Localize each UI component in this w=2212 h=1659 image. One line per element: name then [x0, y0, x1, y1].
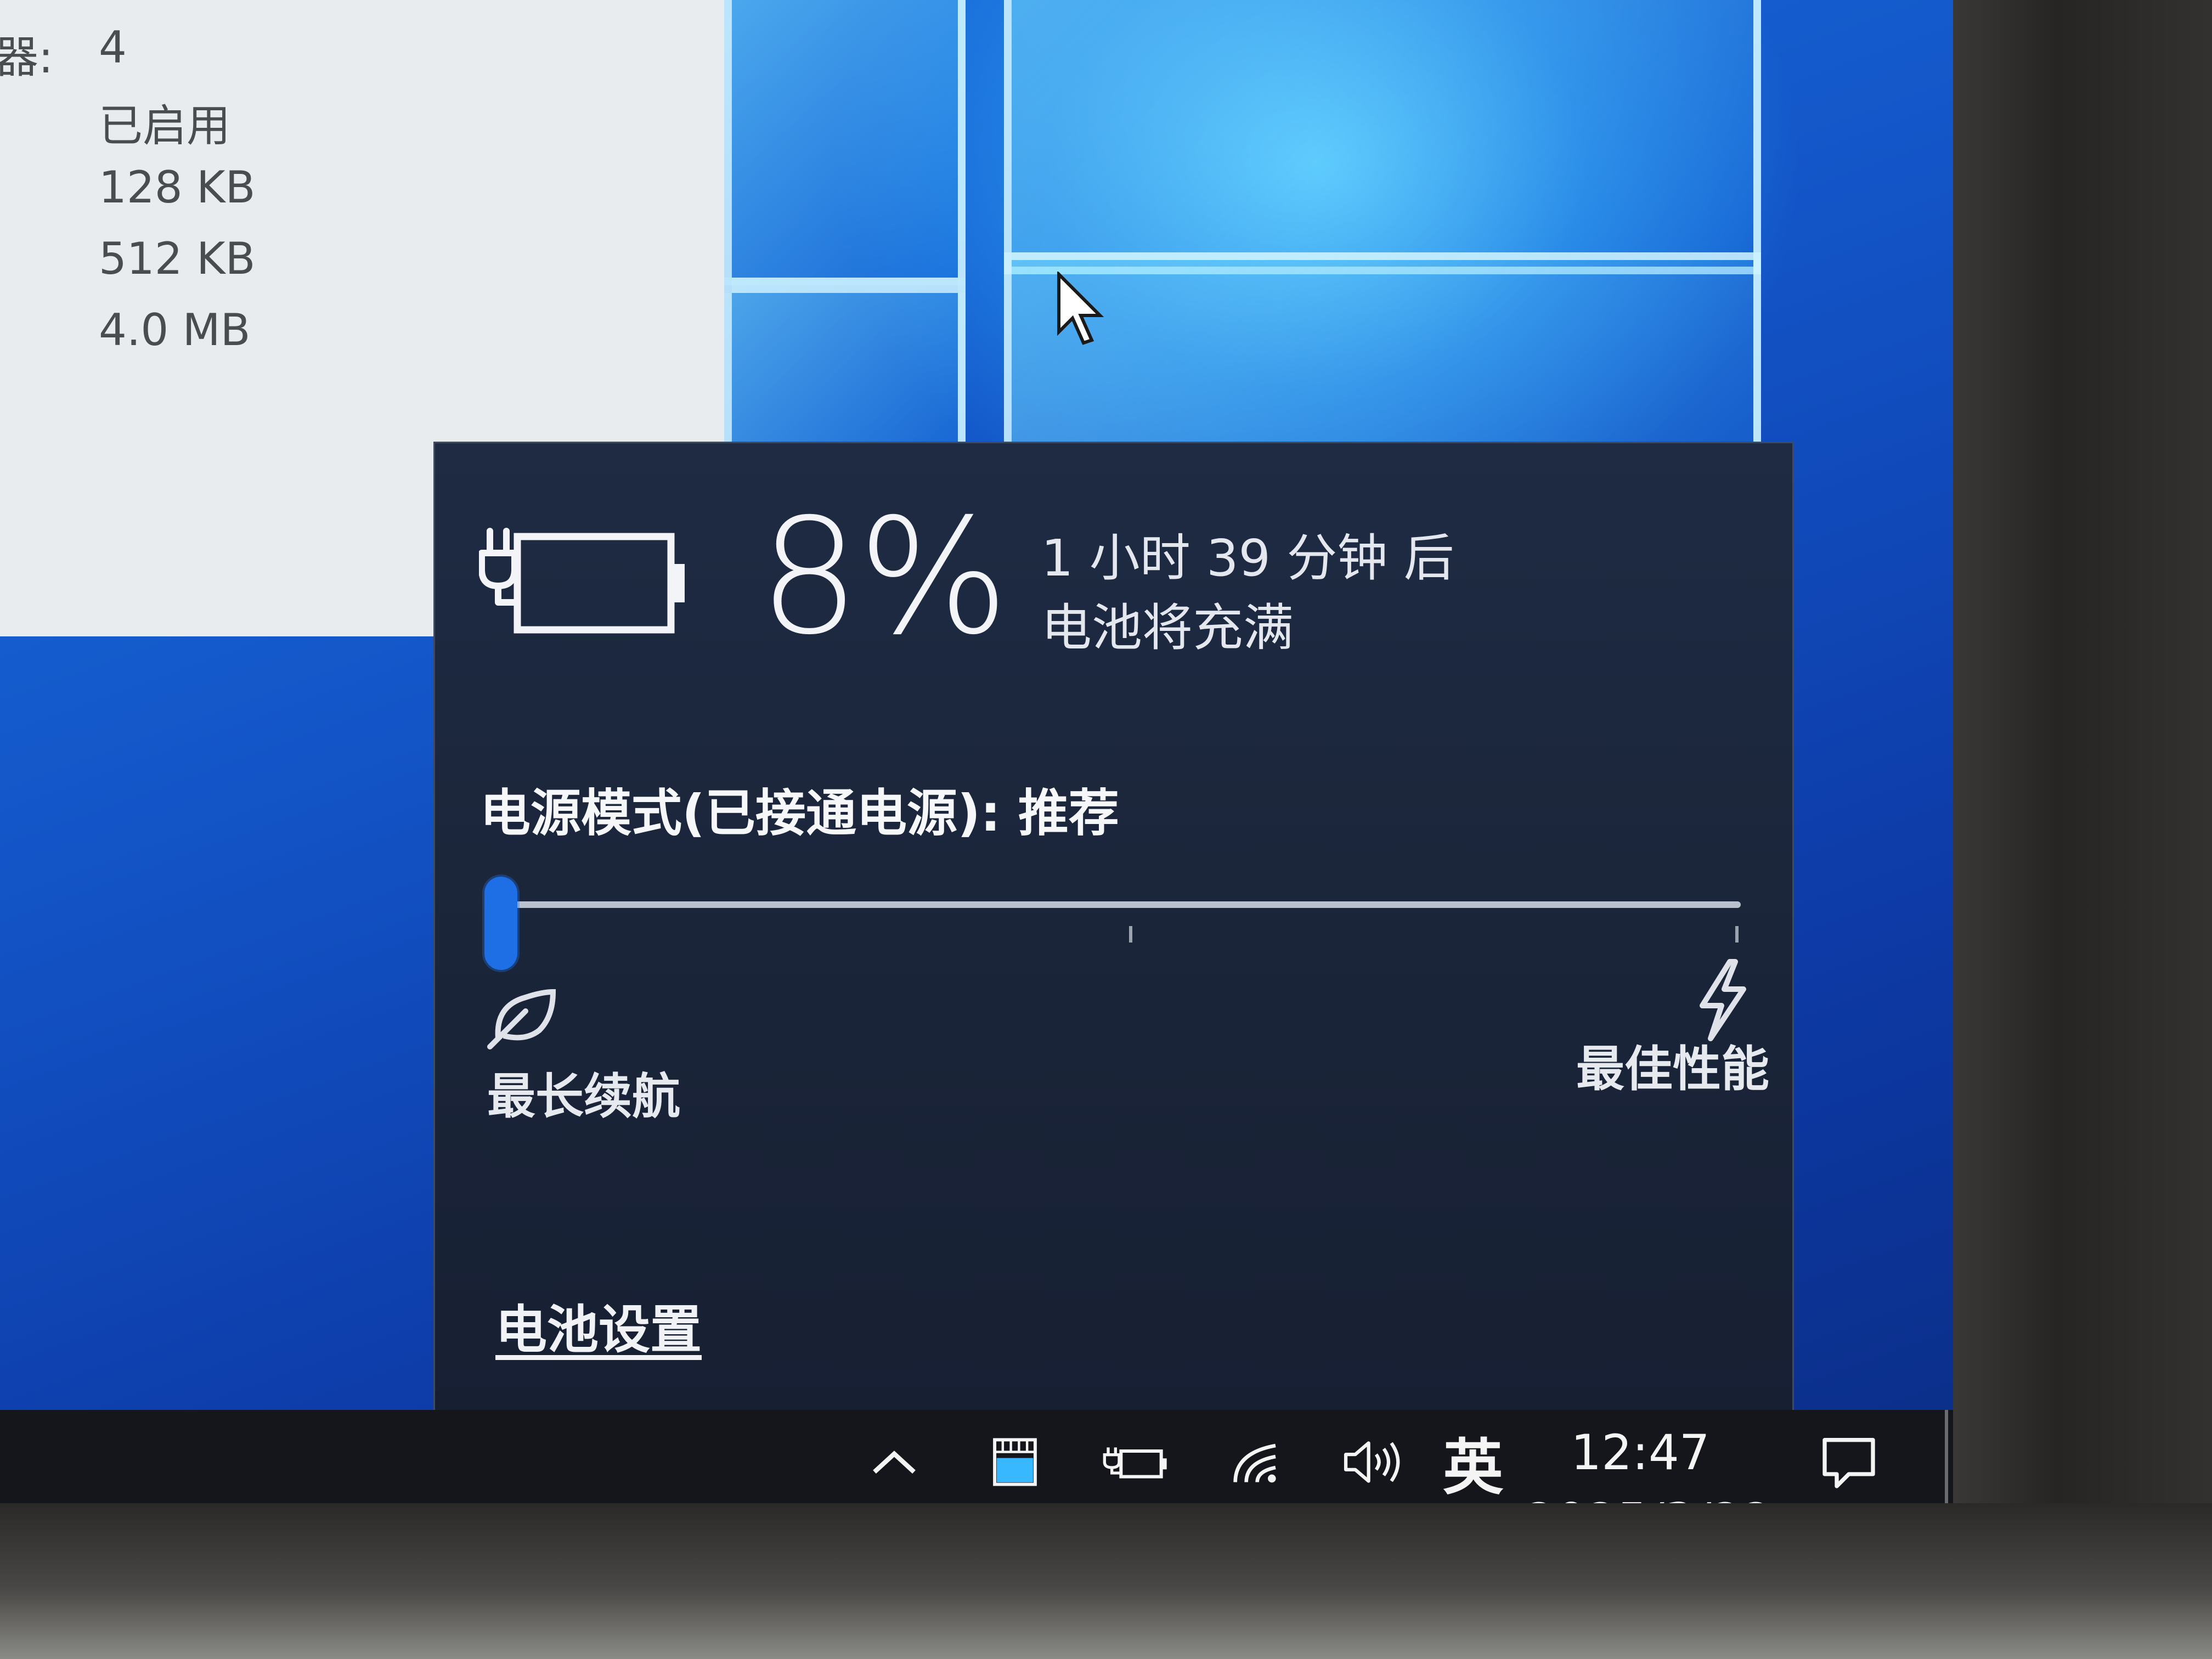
taskbar: 英 12:47 2025/3/22 [0, 1410, 1953, 1549]
spec-value: 512 KB [99, 233, 256, 284]
volume-tray-button[interactable] [1333, 1410, 1415, 1514]
charge-time-remaining: 1 小时 39 分钟 后 [1041, 529, 1454, 588]
battery-tray-button[interactable] [1094, 1410, 1177, 1514]
lightning-bolt-icon [1700, 959, 1746, 1041]
slider-tick [1129, 926, 1132, 943]
spec-value: 4 [99, 22, 127, 73]
battery-percentage: 8% [759, 485, 1009, 670]
windows-logo-pane [1004, 0, 1761, 274]
windows-logo-pane [724, 0, 966, 285]
slider-tick [1735, 926, 1739, 943]
best-battery-label: 最长续航 [487, 1068, 681, 1125]
power-mode-label: 电源模式(已接通电源): 推荐 [480, 784, 1119, 843]
input-method-indicator[interactable]: 英 [1432, 1410, 1514, 1514]
wifi-icon [1233, 1443, 1276, 1483]
battery-charging-icon [1103, 1447, 1167, 1479]
spec-value: 128 KB [99, 162, 256, 213]
spec-value: 已启用 [99, 100, 230, 151]
clock-time: 12:47 [1571, 1424, 1710, 1481]
network-tray-button[interactable] [1218, 1410, 1300, 1514]
battery-flyout: 8% 1 小时 39 分钟 后 电池将充满 电源模式(已接通电源): 推荐 最长… [433, 442, 1794, 1418]
display-tray-button[interactable] [977, 1410, 1053, 1514]
spec-value: 4.0 MB [99, 304, 251, 356]
charge-status-text: 电池将充满 [1041, 599, 1294, 657]
battery-settings-link[interactable]: 电池设置 [495, 1288, 702, 1363]
power-mode-slider-thumb[interactable] [484, 877, 517, 970]
action-center-button[interactable] [1810, 1410, 1887, 1514]
show-desktop-edge[interactable] [1945, 1410, 1948, 1514]
best-performance-label: 最佳性能 [1576, 1041, 1770, 1097]
power-mode-slider-track[interactable] [484, 901, 1741, 908]
windows-logo-pane [1004, 252, 1761, 472]
leaf-icon [487, 989, 556, 1049]
battery-charging-icon [479, 528, 685, 634]
action-center-icon [1822, 1438, 1875, 1488]
spec-key-label: 器: [0, 32, 53, 83]
mouse-cursor-icon [1057, 272, 1104, 345]
display-icon [993, 1438, 1037, 1486]
device-bezel-bottom [0, 1503, 2212, 1659]
show-hidden-icons-button[interactable] [856, 1410, 933, 1514]
device-bezel-right [1953, 0, 2212, 1659]
chevron-up-icon [873, 1451, 916, 1474]
volume-icon [1344, 1441, 1400, 1483]
